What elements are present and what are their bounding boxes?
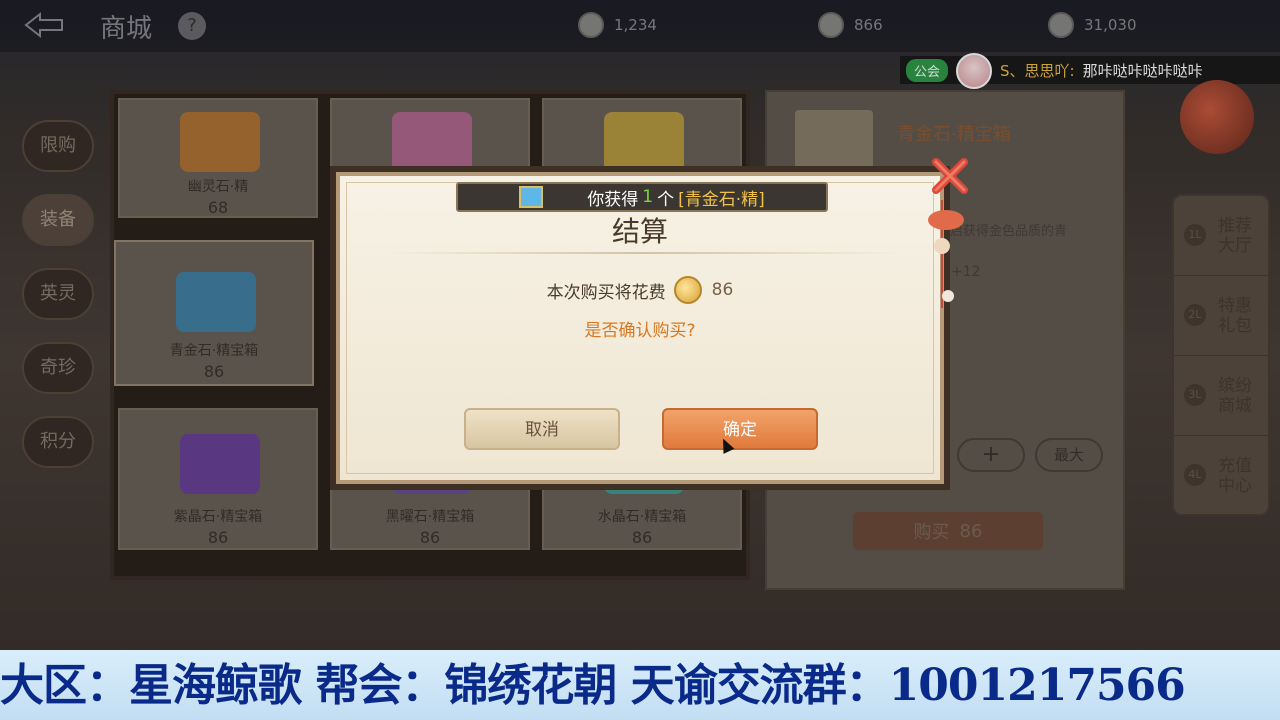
reward-banner: 你获得 1 个 [青金石·精] — [456, 182, 828, 212]
purchase-dialog: 你获得 1 个 [青金石·精] 结算 本次购买将花费 86 是否确认购买? 取消… — [336, 172, 944, 484]
confirm-button[interactable]: 确定 — [662, 408, 818, 450]
cost-line: 本次购买将花费 86 — [340, 276, 940, 304]
cancel-button[interactable]: 取消 — [464, 408, 620, 450]
coin-icon — [673, 276, 702, 304]
footer-text: 大区：星海鲸歌 帮会：锦绣花朝 天谕交流群：1001217566 — [0, 660, 1186, 711]
gem-icon — [519, 186, 544, 208]
confirm-question: 是否确认购买? — [584, 321, 696, 341]
banner-prefix: 你获得 — [587, 189, 639, 210]
banner-unit: 个 — [657, 189, 675, 210]
dialog-title: 结算 — [611, 215, 668, 248]
divider — [384, 252, 904, 254]
fish-charm-icon — [928, 200, 964, 308]
cost-amount: 86 — [711, 280, 734, 300]
banner-count: 1 — [642, 187, 654, 207]
banner-item: [青金石·精] — [678, 189, 765, 210]
close-icon[interactable] — [928, 154, 972, 198]
cost-text: 本次购买将花费 — [546, 282, 666, 303]
stream-footer: 大区：星海鲸歌 帮会：锦绣花朝 天谕交流群：1001217566 — [0, 650, 1280, 720]
